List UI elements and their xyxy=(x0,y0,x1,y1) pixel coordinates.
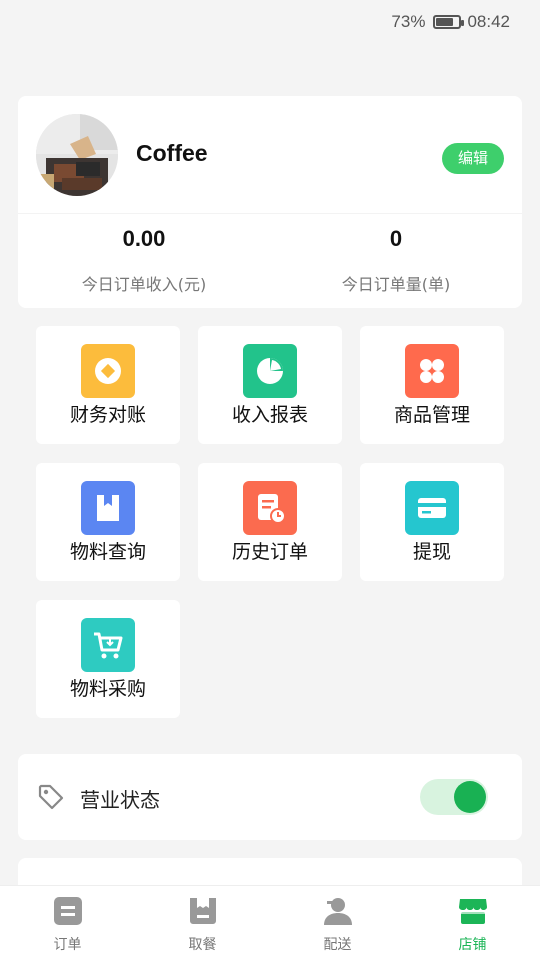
battery-icon xyxy=(433,15,465,29)
tab-label: 配送 xyxy=(323,937,352,953)
tile-finance-reconciliation[interactable]: 财务对账 xyxy=(36,326,180,444)
today-income-value: 0.00 xyxy=(122,226,166,251)
grid-icon xyxy=(405,344,459,398)
tab-label: 店铺 xyxy=(458,937,487,953)
edit-button[interactable]: 编辑 xyxy=(442,143,504,174)
status-bar: 73% 08:42 xyxy=(0,0,540,46)
tab-store[interactable]: 店铺 xyxy=(405,886,540,960)
tile-material-query[interactable]: 物料查询 xyxy=(36,463,180,581)
battery-fill xyxy=(436,18,453,26)
order-history-icon xyxy=(243,481,297,535)
bag-icon xyxy=(81,481,135,535)
pickup-bag-icon xyxy=(189,898,216,924)
tab-orders[interactable]: 订单 xyxy=(0,886,135,960)
status-right: 73% 08:42 xyxy=(391,12,510,32)
today-orders-stat: 0 今日订单量(单) xyxy=(270,224,522,295)
tab-pickup[interactable]: 取餐 xyxy=(135,886,270,960)
tile-label: 商品管理 xyxy=(393,404,470,426)
order-icon xyxy=(53,897,82,925)
avatar[interactable] xyxy=(36,114,118,196)
profile-card: Coffee 编辑 0.00 今日订单收入(元) 0 今日订单量(单) xyxy=(18,96,522,308)
tag-icon xyxy=(38,784,64,810)
store-name: Coffee xyxy=(136,140,208,166)
today-income-stat: 0.00 今日订单收入(元) xyxy=(18,224,270,295)
battery-percent: 73% xyxy=(391,12,426,31)
today-income-label: 今日订单收入(元) xyxy=(81,275,207,294)
tile-order-history[interactable]: 历史订单 xyxy=(198,463,342,581)
tile-label: 物料采购 xyxy=(69,678,146,700)
tile-income-report[interactable]: 收入报表 xyxy=(198,326,342,444)
tile-label: 历史订单 xyxy=(231,541,308,563)
courier-icon xyxy=(323,898,352,925)
business-status-toggle[interactable] xyxy=(420,779,488,815)
tile-product-management[interactable]: 商品管理 xyxy=(360,326,504,444)
tile-label: 物料查询 xyxy=(69,541,146,563)
tile-withdraw[interactable]: 提现 xyxy=(360,463,504,581)
coin-icon xyxy=(81,344,135,398)
tile-label: 收入报表 xyxy=(231,404,308,426)
clock: 08:42 xyxy=(467,12,510,31)
card-icon xyxy=(405,481,459,535)
business-status-label: 营业状态 xyxy=(80,788,160,812)
today-orders-value: 0 xyxy=(389,226,403,251)
tile-material-purchase[interactable]: 物料采购 xyxy=(36,600,180,718)
tile-label: 提现 xyxy=(412,541,451,563)
business-status-card: 营业状态 xyxy=(18,754,522,840)
tab-label: 订单 xyxy=(53,937,82,953)
toggle-knob xyxy=(454,781,486,813)
tab-bar: 订单 取餐 配送 店铺 xyxy=(0,885,540,960)
tab-label: 取餐 xyxy=(188,937,217,953)
divider xyxy=(18,213,522,214)
tab-delivery[interactable]: 配送 xyxy=(270,886,405,960)
avatar-photo xyxy=(36,114,118,196)
cart-icon xyxy=(81,618,135,672)
store-icon xyxy=(458,899,487,924)
pie-chart-icon xyxy=(243,344,297,398)
today-orders-label: 今日订单量(单) xyxy=(341,275,451,294)
tile-label: 财务对账 xyxy=(69,404,146,426)
